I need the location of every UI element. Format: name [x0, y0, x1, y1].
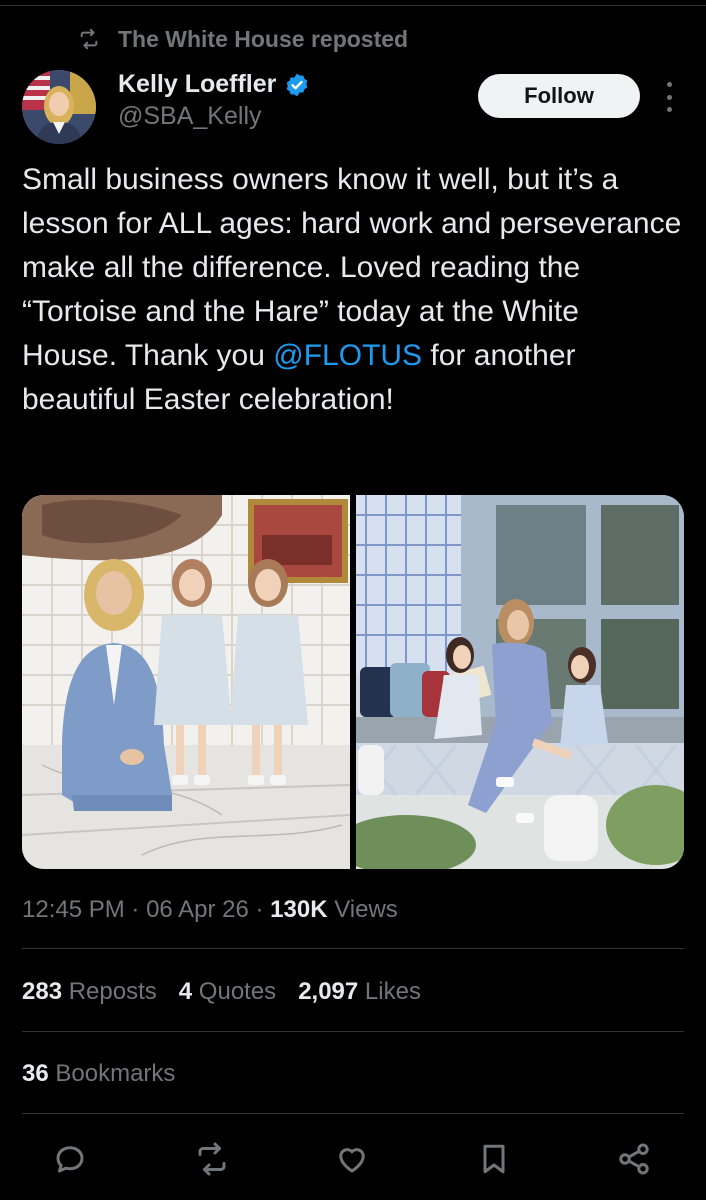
reposts-count: 283: [22, 978, 63, 1005]
mention-link[interactable]: @FLOTUS: [273, 339, 422, 372]
avatar[interactable]: [22, 70, 96, 144]
quotes-label: Quotes: [198, 978, 277, 1005]
engagement-stats: 283 Reposts 4 Quotes 2,097 Likes: [22, 978, 421, 1006]
likes-stat[interactable]: 2,097 Likes: [298, 978, 421, 1006]
meta-separator: ·: [255, 896, 264, 923]
tweet-date[interactable]: 06 Apr 26: [146, 896, 249, 923]
divider: [22, 1113, 684, 1114]
quotes-stat[interactable]: 4 Quotes: [179, 978, 276, 1006]
reply-icon: [56, 1146, 84, 1173]
follow-button[interactable]: Follow: [478, 74, 640, 118]
divider: [22, 948, 684, 949]
views-label: Views: [334, 896, 398, 923]
more-options-icon[interactable]: [660, 82, 678, 112]
meta-separator: ·: [131, 896, 140, 923]
bookmarks-count: 36: [22, 1060, 49, 1087]
repost-banner-text: The White House reposted: [118, 25, 409, 52]
divider: [22, 1031, 684, 1032]
bookmark-icon: [483, 1144, 505, 1174]
reposts-stat[interactable]: 283 Reposts: [22, 978, 157, 1006]
tweet-text: Small business owners know it well, but …: [22, 158, 682, 422]
photo-reading-on-bench-with-children[interactable]: [356, 495, 684, 869]
repost-icon: [80, 28, 98, 50]
share-button[interactable]: [614, 1136, 654, 1182]
share-icon: [619, 1143, 649, 1175]
likes-label: Likes: [364, 978, 421, 1005]
photo-woman-kneeling-with-two-girls[interactable]: [22, 495, 350, 869]
bookmarks-label: Bookmarks: [55, 1060, 176, 1087]
repost-button[interactable]: [192, 1136, 232, 1182]
tweet-meta: 12:45 PM · 06 Apr 26 · 130K Views: [22, 896, 398, 924]
views-count: 130K: [270, 896, 328, 923]
tweet-time[interactable]: 12:45 PM: [22, 896, 125, 923]
verified-badge-icon: [287, 73, 308, 96]
like-button[interactable]: [332, 1136, 372, 1182]
author-handle[interactable]: @SBA_Kelly: [118, 102, 262, 131]
action-bar: [0, 1136, 706, 1182]
quotes-count: 4: [178, 978, 193, 1005]
like-icon: [339, 1148, 365, 1173]
repost-banner[interactable]: The White House reposted: [78, 24, 408, 54]
bookmark-button[interactable]: [474, 1136, 514, 1182]
reply-button[interactable]: [50, 1136, 90, 1182]
top-divider: [0, 0, 706, 6]
author-name-row[interactable]: Kelly Loeffler: [118, 70, 310, 99]
media-grid: [22, 495, 684, 869]
reposts-label: Reposts: [68, 978, 157, 1005]
author-display-name[interactable]: Kelly Loeffler: [118, 70, 276, 99]
likes-count: 2,097: [298, 978, 359, 1005]
repost-icon: [198, 1142, 226, 1176]
bookmarks-stat[interactable]: 36 Bookmarks: [22, 1060, 175, 1088]
